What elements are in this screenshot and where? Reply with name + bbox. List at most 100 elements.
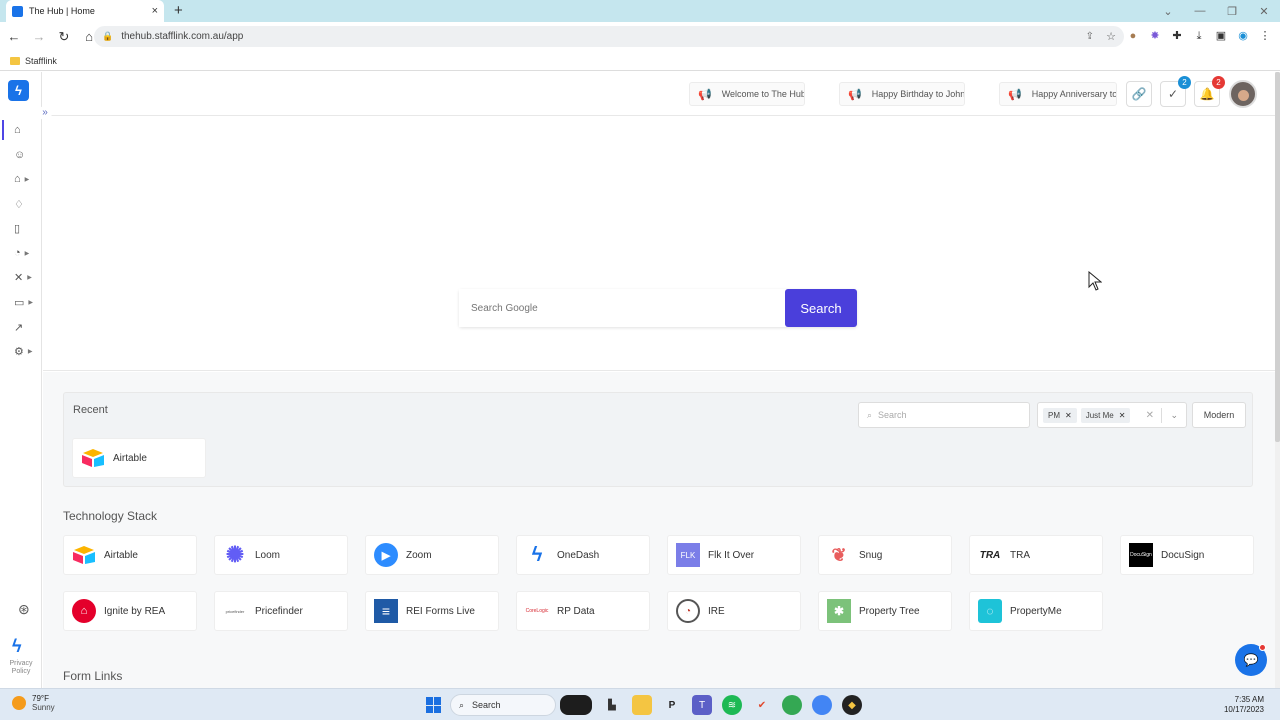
announcement-ticker-item[interactable]: 📢 Happy Birthday to John!: [839, 82, 965, 106]
google-search-button[interactable]: Search: [785, 289, 857, 327]
sidebar-item-reports[interactable]: ◔ ▶: [0, 241, 42, 266]
maximize-icon[interactable]: ❐: [1216, 5, 1248, 18]
app-tile-rei-forms[interactable]: ≡ REI Forms Live: [365, 591, 499, 631]
loom-icon: ✺: [225, 542, 245, 567]
menu-icon[interactable]: ⋮: [1258, 29, 1272, 43]
links-button[interactable]: 🔗: [1126, 81, 1152, 107]
sidebar-item-links[interactable]: ↗: [0, 315, 42, 340]
teams-icon[interactable]: T: [692, 695, 712, 715]
pie-chart-icon: ◔: [14, 247, 21, 260]
bookmark-star-icon[interactable]: ☆: [1106, 30, 1116, 43]
weather-widget[interactable]: 79°F Sunny: [12, 694, 55, 712]
sidebar-item-library[interactable]: ▯: [0, 216, 42, 241]
app-icon[interactable]: ◆: [842, 695, 862, 715]
reload-icon[interactable]: ↻: [53, 29, 75, 45]
hub-logo-icon[interactable]: ϟ: [8, 80, 29, 101]
clear-filters-icon[interactable]: ✕: [1146, 410, 1154, 421]
app-tile-rp-data[interactable]: CoreLogic RP Data: [516, 591, 650, 631]
bookmark-stafflink[interactable]: Stafflink: [25, 56, 57, 66]
app-tile-propertyme[interactable]: ◌ PropertyMe: [969, 591, 1103, 631]
app-thumbnail-icon[interactable]: [560, 695, 592, 715]
forward-arrow-icon[interactable]: →: [28, 29, 50, 44]
app-tile-loom[interactable]: ✺ Loom: [214, 535, 348, 575]
app-tile-ignite[interactable]: ⌂ Ignite by REA: [63, 591, 197, 631]
chevron-down-icon[interactable]: ⌄: [1170, 410, 1178, 421]
app-tile-onedash[interactable]: ϟ OneDash: [516, 535, 650, 575]
recent-search-placeholder: Search: [878, 410, 907, 420]
expand-sidebar-icon[interactable]: »: [38, 106, 52, 120]
sidebar-item-tools[interactable]: ✕ ▶: [0, 266, 42, 291]
announcement-ticker-item[interactable]: 📢 Happy Anniversary to: [999, 82, 1117, 106]
chat-icon: 💬: [1243, 653, 1259, 667]
app-icon[interactable]: P: [662, 695, 682, 715]
sidebar-item-learning[interactable]: ⌂ ▶: [0, 167, 42, 192]
announcement-ticker-item[interactable]: 📢 Welcome to The Hub!: [689, 82, 805, 106]
spotify-icon[interactable]: ≋: [722, 695, 742, 715]
tab-search-icon[interactable]: ⌄: [1152, 5, 1184, 18]
minimize-icon[interactable]: —: [1184, 5, 1216, 17]
new-tab-button[interactable]: +: [174, 3, 183, 18]
app-tile-property-tree[interactable]: ✱ Property Tree: [818, 591, 952, 631]
weather-text: 79°F Sunny: [32, 694, 55, 712]
close-window-icon[interactable]: ✕: [1248, 5, 1280, 18]
privacy-policy-link[interactable]: Privacy Policy: [0, 660, 42, 676]
puzzle-icon[interactable]: ✚: [1170, 29, 1184, 43]
chrome-icon[interactable]: [782, 695, 802, 715]
sidebar-item-home[interactable]: ⌂: [0, 118, 42, 143]
support-lifebuoy-icon[interactable]: ⊛: [18, 601, 30, 618]
page-scrollbar[interactable]: [1275, 72, 1280, 688]
app-tile-pricefinder[interactable]: pricefinder Pricefinder: [214, 591, 348, 631]
sidebar-item-ideas[interactable]: ♢: [0, 192, 42, 217]
taskbar-search[interactable]: ⌕ Search: [450, 694, 556, 716]
app-header: 📢 Welcome to The Hub! 📢 Happy Birthday t…: [43, 72, 1275, 116]
app-tile-zoom[interactable]: ▶ Zoom: [365, 535, 499, 575]
sidebar-item-people[interactable]: ☺: [0, 143, 42, 168]
task-view-icon[interactable]: ▙: [602, 695, 622, 715]
notifications-button[interactable]: 🔔 2: [1194, 76, 1225, 107]
profile-icon[interactable]: ◉: [1236, 29, 1250, 43]
download-icon[interactable]: ⤓: [1192, 29, 1206, 43]
user-avatar[interactable]: [1229, 80, 1257, 108]
app-tile-snug[interactable]: ❦ Snug: [818, 535, 952, 575]
google-search-input[interactable]: [459, 289, 785, 327]
tile-label: IRE: [708, 605, 725, 617]
windows-start-icon[interactable]: [426, 697, 442, 713]
sidebar-item-files[interactable]: ▭ ▶: [0, 290, 42, 315]
sidebar-item-settings[interactable]: ⚙ ▶: [0, 339, 42, 364]
tab-close-icon[interactable]: ×: [152, 5, 158, 17]
browser-tab[interactable]: The Hub | Home ×: [6, 0, 164, 22]
chat-launcher-button[interactable]: 💬: [1235, 644, 1267, 676]
recent-search[interactable]: ⌕ Search: [858, 402, 1030, 428]
tasks-button[interactable]: ✓ 2: [1160, 76, 1191, 107]
chrome-icon[interactable]: [812, 695, 832, 715]
view-mode-button[interactable]: Modern: [1192, 402, 1246, 428]
app-tile-ire[interactable]: ◔ IRE: [667, 591, 801, 631]
tile-label: PropertyMe: [1010, 605, 1062, 617]
app-tile-flk-it-over[interactable]: FLK Flk It Over: [667, 535, 801, 575]
filter-multiselect[interactable]: PM ✕ Just Me ✕ ✕ ⌄: [1037, 402, 1187, 428]
recent-tile-airtable[interactable]: Airtable: [72, 438, 206, 478]
scrollbar-thumb[interactable]: [1275, 72, 1280, 442]
chip-remove-icon[interactable]: ✕: [1119, 411, 1126, 420]
snug-icon: ❦: [831, 544, 847, 565]
address-bar[interactable]: 🔒 thehub.stafflink.com.au/app ⇪ ☆: [94, 26, 1124, 47]
extension-icon[interactable]: ●: [1126, 29, 1140, 43]
app-tile-airtable[interactable]: Airtable: [63, 535, 197, 575]
system-clock[interactable]: 7:35 AM 10/17/2023: [1224, 695, 1264, 715]
file-explorer-icon[interactable]: [632, 695, 652, 715]
stafflink-logo-icon: ϟ: [12, 636, 22, 656]
back-arrow-icon[interactable]: ←: [3, 29, 25, 44]
propertyme-icon: ◌: [978, 599, 1002, 623]
tools-icon: ✕: [14, 272, 24, 285]
extension-icon[interactable]: ✸: [1148, 29, 1162, 43]
app-tile-docusign[interactable]: DocuSign DocuSign: [1120, 535, 1254, 575]
people-icon: ☺: [14, 148, 26, 161]
graduation-cap-icon: ⌂: [14, 173, 21, 186]
app-tile-tra[interactable]: TRA TRA: [969, 535, 1103, 575]
todo-icon[interactable]: ✔: [752, 695, 772, 715]
rea-icon: ⌂: [72, 599, 96, 623]
tile-label: Pricefinder: [255, 605, 303, 617]
share-icon[interactable]: ⇪: [1086, 31, 1094, 42]
sidepanel-icon[interactable]: ▣: [1214, 29, 1228, 43]
chip-remove-icon[interactable]: ✕: [1065, 411, 1072, 420]
